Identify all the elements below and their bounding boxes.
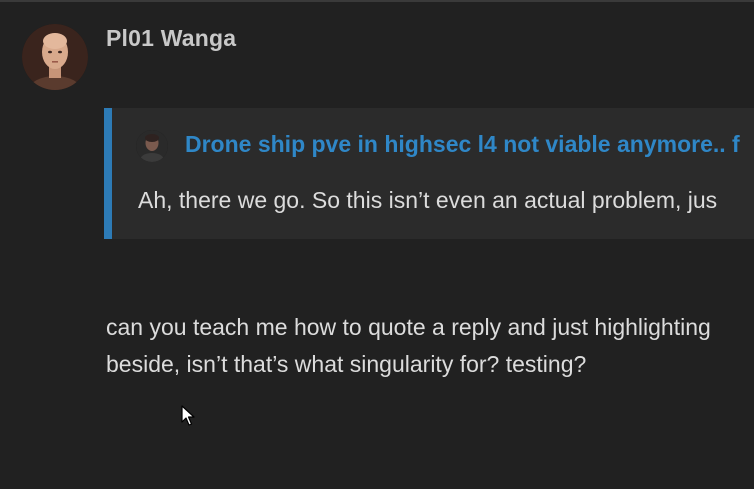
post-body-line: beside, isn’t that’s what singularity fo… [106, 351, 587, 377]
author-avatar-icon[interactable] [22, 24, 88, 90]
divider [0, 0, 754, 2]
post-body: can you teach me how to quote a reply an… [106, 309, 711, 383]
quoted-topic-link[interactable]: Drone ship pve in highsec l4 not viable … [185, 131, 740, 158]
quoted-user-avatar-icon[interactable] [136, 130, 168, 162]
forum-post-page: Pl01 Wanga Drone ship pve in highsec l4 … [0, 0, 754, 489]
author-name-link[interactable]: Pl01 Wanga [106, 25, 236, 52]
post-body-line: can you teach me how to quote a reply an… [106, 314, 711, 340]
quote-block: Drone ship pve in highsec l4 not viable … [104, 108, 754, 239]
mouse-pointer-icon [181, 405, 195, 427]
quoted-text: Ah, there we go. So this isn’t even an a… [138, 187, 718, 213]
